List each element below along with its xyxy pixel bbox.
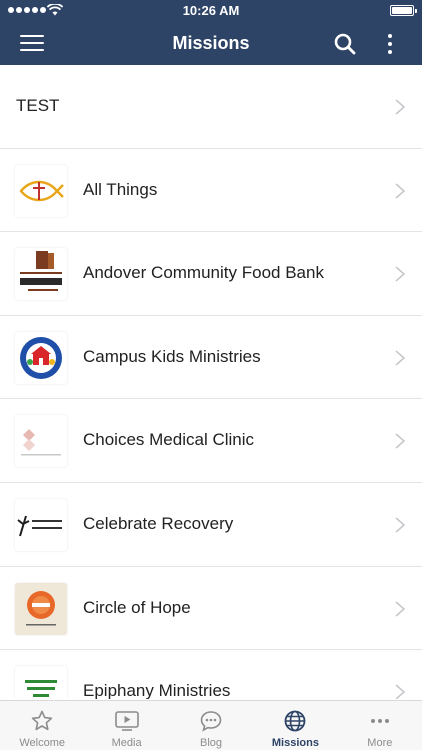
epiphany-ministries-logo [15, 666, 67, 699]
tab-blog[interactable]: Blog [169, 701, 253, 750]
list-item-epiphany[interactable]: Epiphany Ministries [0, 650, 422, 699]
dot [388, 50, 392, 54]
list-item-title: Epiphany Ministries [83, 681, 231, 699]
missions-list: TEST All Things Andover Community Food B… [0, 65, 422, 699]
tab-media[interactable]: Media [84, 701, 168, 750]
chevron-right-icon [395, 600, 406, 617]
globe-icon [285, 710, 306, 732]
circle-of-hope-logo [15, 582, 67, 635]
chat-bubble-icon [200, 711, 222, 732]
overflow-menu-button[interactable] [380, 31, 400, 57]
tab-welcome[interactable]: Welcome [0, 701, 84, 750]
list-item-title: Circle of Hope [83, 597, 191, 617]
list-item-andover-food-bank[interactable]: Andover Community Food Bank [0, 232, 422, 316]
list-item-test[interactable]: TEST [0, 65, 422, 149]
list-item-circle-of-hope[interactable]: Circle of Hope [0, 567, 422, 651]
star-icon [32, 710, 53, 731]
chevron-right-icon [395, 433, 406, 449]
list-item-celebrate-recovery[interactable]: Celebrate Recovery [0, 483, 422, 567]
list-item-title: All Things [83, 179, 158, 199]
chevron-right-icon [395, 266, 406, 282]
list-item-title: Campus Kids Ministries [83, 346, 261, 366]
tv-play-icon [114, 711, 139, 731]
chevron-right-icon [395, 182, 406, 199]
tab-missions[interactable]: Missions [253, 701, 337, 750]
tab-label: Media [111, 737, 142, 749]
list-item-choices-medical[interactable]: Choices Medical Clinic [0, 399, 422, 483]
list-item-title: Andover Community Food Bank [83, 263, 324, 283]
chevron-right-icon [395, 350, 406, 366]
search-icon[interactable] [333, 32, 357, 56]
navigation-bar: Missions [0, 22, 422, 65]
tab-label: Blog [200, 737, 223, 749]
campus-kids-logo [15, 331, 67, 384]
chevron-right-icon [395, 517, 406, 533]
dot [388, 42, 392, 46]
list-item-all-things[interactable]: All Things [0, 149, 422, 233]
tab-bar: Welcome Media Blog Missions More [0, 700, 422, 750]
tab-label: More [367, 737, 393, 749]
choices-medical-logo [15, 415, 67, 468]
andover-food-bank-logo [15, 248, 67, 301]
dot [388, 34, 392, 38]
chevron-right-icon [395, 684, 406, 699]
tab-more[interactable]: More [338, 701, 422, 750]
battery-icon [390, 5, 417, 16]
list-item-title: TEST [16, 96, 60, 115]
tab-label: Missions [271, 737, 319, 749]
list-item-title: Celebrate Recovery [83, 513, 234, 533]
chevron-right-icon [395, 99, 406, 115]
status-time: 10:26 AM [182, 3, 240, 18]
ellipsis-icon [370, 719, 389, 723]
list-item-campus-kids[interactable]: Campus Kids Ministries [0, 316, 422, 400]
list-item-title: Choices Medical Clinic [83, 430, 255, 450]
celebrate-recovery-logo [15, 498, 67, 551]
status-bar: 10:26 AM [0, 0, 422, 22]
page-title: Missions [172, 33, 250, 53]
all-things-logo [15, 164, 67, 217]
tab-label: Welcome [19, 737, 66, 749]
